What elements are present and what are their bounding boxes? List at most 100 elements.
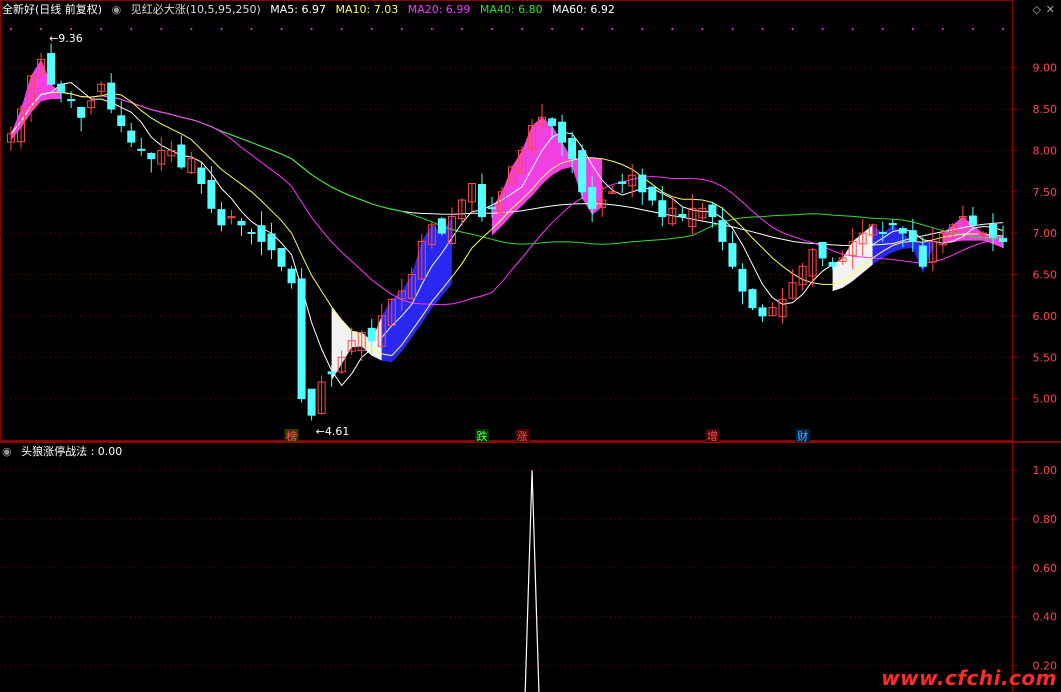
signal-dot [851,28,854,30]
signal-dot [280,28,283,30]
signal-dot [430,28,433,30]
candle-body [638,174,647,193]
signal-dot [490,28,493,30]
signal-dot [701,28,704,30]
signal-dot [671,28,674,30]
candle-body [818,241,827,259]
indicator-name[interactable]: 见红必大涨(10,5,95,250) [131,3,261,16]
candle-body [127,130,136,143]
sub-tick-label: 0.40 [1033,611,1058,624]
signal-dot [611,28,614,30]
ma20-label: MA20: 6.99 [407,3,471,16]
candle-body [978,232,987,235]
main-header: 全新好(日线 前复权) ◉ 见红必大涨(10,5,95,250) MA5: 6.… [2,2,621,18]
candle-body [568,137,577,160]
sub-indicator-line [524,470,540,692]
candle-body [307,388,316,416]
candle-body [77,106,86,118]
sub-tick-label: 0.60 [1033,562,1058,575]
sub-collapse-icon[interactable]: ◉ [2,445,12,458]
low-annotation: ←4.61 [316,425,350,438]
candle-body [678,214,687,218]
close-icon[interactable]: ✕ [1046,2,1055,18]
band-white [331,306,382,381]
sub-indicator-title[interactable]: 头狼涨停战法 : 0.00 [21,445,122,458]
ma40-line [10,92,1004,245]
candle-body [878,231,887,234]
signal-dot [340,28,343,30]
candle-body [257,225,266,242]
main-tick-label: 6.50 [1033,269,1058,282]
ma10-label: MA10: 7.03 [335,3,399,16]
ma60-label: MA60: 6.92 [552,3,615,16]
candle-body [998,237,1007,242]
candle-body [117,115,126,127]
signal-dot [761,28,764,30]
main-tick-label: 5.00 [1033,393,1058,406]
candle-body [728,243,737,267]
marker-财: 财 [797,429,808,443]
candle-body [918,245,927,267]
signal-dot [551,28,554,30]
signal-dot [70,28,73,30]
ma60-line [10,92,1004,247]
candle-body [758,307,767,317]
signal-dot [370,28,373,30]
candle-body [558,121,567,143]
candle-body [217,209,226,226]
candle-body [708,204,717,218]
signal-dot [581,28,584,30]
high-annotation: ←9.36 [49,32,83,45]
main-tick-label: 7.00 [1033,227,1058,240]
candle-body [618,181,627,184]
signal-dot [821,28,824,30]
diamond-icon[interactable]: ◇ [1033,2,1041,18]
indicator-collapse-icon[interactable]: ◉ [112,3,122,16]
candle-body [247,231,256,234]
candle-body [738,268,747,292]
signal-dot [10,28,13,30]
candle-body [828,262,837,267]
marker-跌: 跌 [476,429,487,443]
candle-body [888,223,897,226]
candle-body [147,152,156,160]
stock-chart: 5.005.506.006.507.007.508.008.509.000.20… [0,0,1061,692]
candle-body [137,148,146,151]
signal-dot [160,28,163,30]
main-tick-label: 7.50 [1033,186,1058,199]
candle-body [197,167,206,184]
marker-增: 增 [707,429,718,443]
stock-title[interactable]: 全新好(日线 前复权) [2,3,102,16]
watermark: www.cfchi.com [881,666,1057,690]
main-tick-label: 9.00 [1033,62,1058,75]
signal-dot [400,28,403,30]
candle-body [67,99,76,102]
candle-body [578,150,587,193]
main-tick-label: 8.50 [1033,103,1058,116]
signal-dot [521,28,524,30]
candle-body [968,215,977,226]
signal-dot [911,28,914,30]
signal-dot [250,28,253,30]
main-tick-label: 5.50 [1033,351,1058,364]
candle-body [437,218,446,234]
candle-body [47,53,56,85]
main-tick-label: 8.00 [1033,144,1058,157]
candle-body [267,233,276,251]
ma40-label: MA40: 6.80 [479,3,543,16]
signal-dot [881,28,884,30]
signal-dot [100,28,103,30]
candle-body [107,82,116,110]
candle-body [588,187,597,209]
candle-body [898,228,907,234]
ma10-line [10,92,1004,357]
candle-body [297,278,306,400]
candle-body [908,230,917,242]
candle-body [648,186,657,201]
candle-body [57,83,66,93]
candle-body [367,327,376,342]
signal-dot [731,28,734,30]
main-tick-label: 6.00 [1033,310,1058,323]
sub-tick-label: 1.00 [1033,464,1058,477]
sub-header: ◉ 头狼涨停战法 : 0.00 [2,444,128,460]
